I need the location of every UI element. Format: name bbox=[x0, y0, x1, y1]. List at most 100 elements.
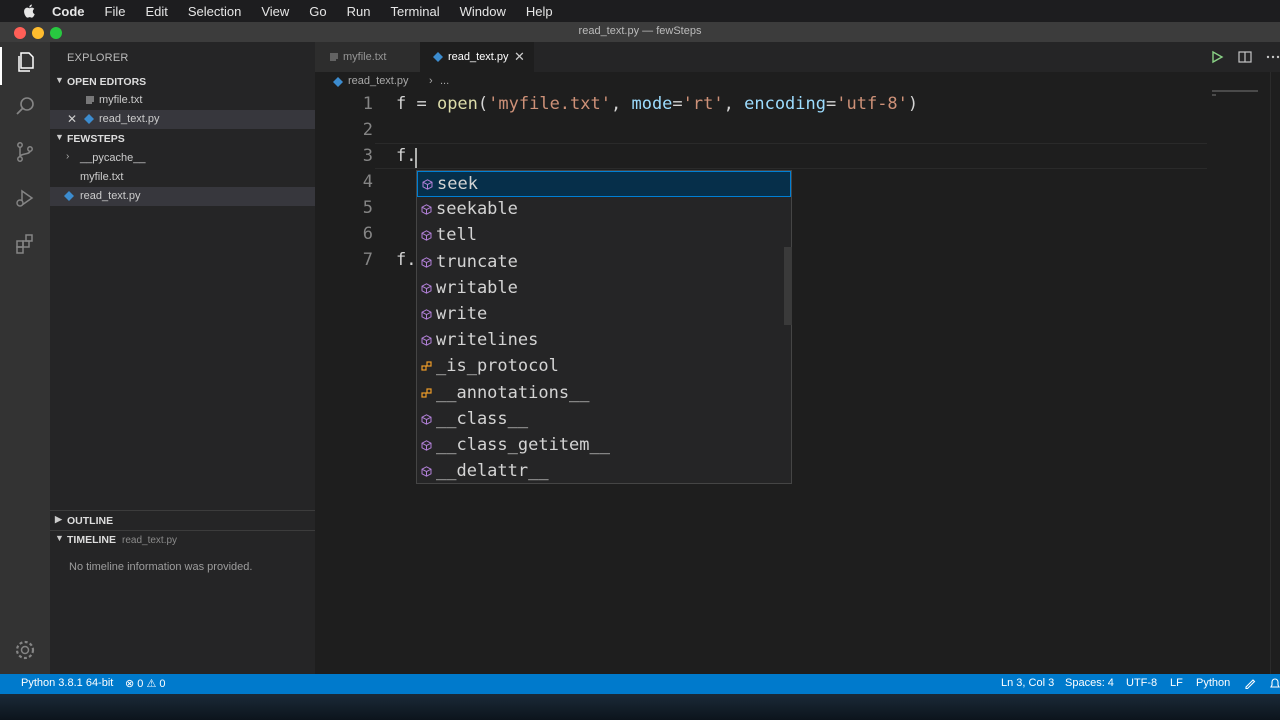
close-editor-icon[interactable]: ✕ bbox=[67, 112, 77, 126]
activity-bar bbox=[0, 42, 50, 674]
suggestion-item[interactable]: __class__ bbox=[417, 407, 791, 433]
suggestion-label: tell bbox=[436, 225, 477, 246]
current-line-highlight bbox=[375, 143, 1207, 169]
search-icon[interactable] bbox=[13, 94, 37, 118]
settings-gear-icon[interactable] bbox=[13, 638, 37, 662]
text-file-icon bbox=[86, 96, 94, 104]
cursor-position-status[interactable]: Ln 3, Col 3 bbox=[1001, 677, 1054, 689]
open-editor-label: myfile.txt bbox=[99, 94, 143, 106]
menu-go[interactable]: Go bbox=[309, 4, 326, 19]
folder-label: FEWSTEPS bbox=[67, 133, 125, 145]
notifications-icon[interactable] bbox=[1270, 678, 1280, 690]
tree-file-myfile[interactable]: myfile.txt bbox=[50, 168, 315, 187]
menu-terminal[interactable]: Terminal bbox=[391, 4, 440, 19]
menu-run[interactable]: Run bbox=[347, 4, 371, 19]
open-editors-header[interactable]: ▼ OPEN EDITORS bbox=[50, 72, 315, 92]
suggestion-item[interactable]: __class_getitem__ bbox=[417, 433, 791, 459]
problems-status[interactable]: ⊗ 0 ⚠ 0 bbox=[125, 677, 166, 690]
open-editor-item-myfile[interactable]: myfile.txt bbox=[50, 91, 315, 110]
method-symbol-icon bbox=[421, 256, 432, 268]
suggest-scrollbar-thumb[interactable] bbox=[784, 247, 792, 325]
language-mode-status[interactable]: Python bbox=[1196, 677, 1230, 689]
code-token: ) bbox=[907, 94, 919, 114]
chevron-right-icon: ▶ bbox=[55, 514, 62, 524]
warning-count: 0 bbox=[159, 678, 166, 690]
text-cursor bbox=[415, 148, 417, 168]
code-token: = bbox=[672, 94, 683, 114]
method-symbol-icon bbox=[421, 440, 432, 451]
feedback-icon[interactable] bbox=[1244, 678, 1256, 690]
suggestion-item[interactable]: writable bbox=[417, 276, 791, 302]
suggestion-label: __class__ bbox=[436, 408, 529, 429]
tree-item-label: read_text.py bbox=[80, 190, 141, 202]
suggestion-label: truncate bbox=[436, 251, 518, 272]
source-control-icon[interactable] bbox=[13, 140, 37, 164]
menu-window[interactable]: Window bbox=[460, 4, 506, 19]
tab-label: myfile.txt bbox=[343, 51, 387, 63]
open-editors-label: OPEN EDITORS bbox=[67, 76, 147, 88]
line-number: 5 bbox=[362, 198, 373, 218]
tab-myfile[interactable]: myfile.txt bbox=[315, 42, 420, 72]
suggestion-item[interactable]: seek bbox=[417, 171, 791, 197]
line-number: 7 bbox=[362, 250, 373, 270]
code-token: f = bbox=[396, 94, 437, 114]
suggestion-item[interactable]: __delattr__ bbox=[417, 459, 791, 485]
python-interpreter-status[interactable]: Python 3.8.1 64-bit bbox=[21, 677, 113, 689]
extensions-icon[interactable] bbox=[13, 232, 37, 256]
menu-selection[interactable]: Selection bbox=[188, 4, 241, 19]
suggestion-item[interactable]: __annotations__ bbox=[417, 381, 791, 407]
text-file-icon bbox=[330, 53, 338, 61]
suggestion-label: __annotations__ bbox=[436, 382, 590, 403]
explorer-sidebar: EXPLORER ▼ OPEN EDITORS myfile.txt ✕ rea… bbox=[50, 42, 315, 674]
editor-tabs: myfile.txt read_text.py ✕ bbox=[315, 42, 1280, 72]
tree-file-read-text[interactable]: read_text.py bbox=[50, 187, 315, 206]
minimap-line bbox=[1212, 94, 1216, 96]
desktop-background bbox=[0, 694, 1280, 720]
breadcrumb-symbols[interactable]: ... bbox=[440, 75, 449, 87]
fewsteps-folder-header[interactable]: ▼ FEWSTEPS bbox=[50, 129, 315, 149]
breadcrumb-separator: › bbox=[429, 75, 433, 87]
python-file-icon bbox=[333, 77, 343, 87]
warning-icon: ⚠ bbox=[146, 678, 157, 690]
run-python-file-icon[interactable] bbox=[1210, 50, 1224, 64]
suggestion-label: __class_getitem__ bbox=[436, 435, 610, 455]
encoding-status[interactable]: UTF-8 bbox=[1126, 677, 1157, 689]
files-icon[interactable] bbox=[13, 50, 37, 74]
apple-logo-icon[interactable] bbox=[20, 4, 38, 18]
more-actions-icon[interactable] bbox=[1266, 50, 1280, 64]
editor-scrollbar-track[interactable] bbox=[1270, 72, 1271, 674]
breadcrumb-file[interactable]: read_text.py bbox=[348, 75, 409, 87]
status-bar: Python 3.8.1 64-bit ⊗ 0 ⚠ 0 Ln 3, Col 3 … bbox=[0, 674, 1280, 694]
open-editor-item-read-text[interactable]: ✕ read_text.py bbox=[50, 110, 315, 129]
suggestion-item[interactable]: writelines bbox=[417, 328, 791, 354]
suggestion-item[interactable]: tell bbox=[417, 223, 791, 249]
suggestion-item[interactable]: write bbox=[417, 302, 791, 328]
menu-help[interactable]: Help bbox=[526, 4, 553, 19]
split-editor-icon[interactable] bbox=[1238, 50, 1252, 64]
chevron-down-icon: ▼ bbox=[55, 132, 64, 142]
suggestion-item[interactable]: seekable bbox=[417, 197, 791, 223]
indentation-status[interactable]: Spaces: 4 bbox=[1065, 677, 1114, 689]
code-token: = bbox=[826, 94, 837, 114]
timeline-header[interactable]: ▼ TIMELINE read_text.py bbox=[50, 530, 315, 550]
outline-header[interactable]: ▶ OUTLINE bbox=[50, 511, 315, 531]
eol-status[interactable]: LF bbox=[1170, 677, 1183, 689]
suggestion-label: _is_protocol bbox=[436, 356, 559, 377]
menu-app-code[interactable]: Code bbox=[52, 4, 85, 19]
suggestion-item[interactable]: truncate bbox=[417, 250, 791, 276]
suggestion-item[interactable]: _is_protocol bbox=[417, 354, 791, 380]
menu-file[interactable]: File bbox=[105, 4, 126, 19]
tree-folder-pycache[interactable]: › __pycache__ bbox=[50, 149, 315, 168]
minimap-line bbox=[1212, 90, 1258, 92]
menu-edit[interactable]: Edit bbox=[145, 4, 167, 19]
close-tab-icon[interactable]: ✕ bbox=[514, 49, 525, 65]
menu-view[interactable]: View bbox=[261, 4, 289, 19]
window-title-bar: read_text.py — fewSteps bbox=[0, 22, 1280, 42]
code-token: , bbox=[610, 94, 632, 114]
line-number: 4 bbox=[362, 172, 373, 192]
method-symbol-icon bbox=[421, 309, 432, 320]
run-debug-icon[interactable] bbox=[13, 186, 37, 210]
suggestion-label: writelines bbox=[436, 330, 539, 351]
tab-read-text[interactable]: read_text.py ✕ bbox=[420, 42, 534, 72]
chevron-down-icon: ▼ bbox=[55, 533, 64, 543]
